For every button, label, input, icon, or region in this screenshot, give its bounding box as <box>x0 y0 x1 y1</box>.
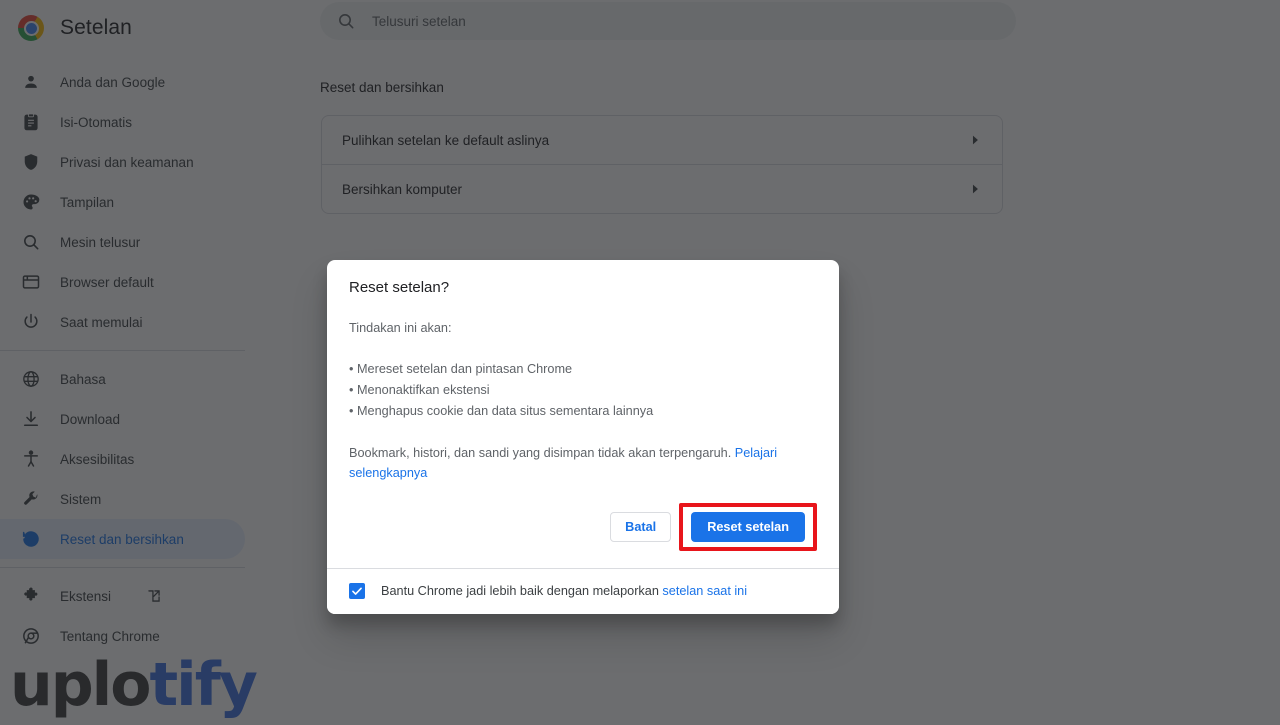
checkmark-icon <box>352 587 362 596</box>
dialog-footer: Bantu Chrome jadi lebih baik dengan mela… <box>327 568 839 615</box>
list-item: • Mereset setelan dan pintasan Chrome <box>349 362 573 377</box>
report-settings-checkbox[interactable] <box>349 583 365 600</box>
list-item: • Menghapus cookie dan data situs sement… <box>349 403 654 418</box>
dialog-body: Reset setelan? Tindakan ini akan: • Mere… <box>327 260 839 495</box>
dialog-footer-text: Bantu Chrome jadi lebih baik dengan mela… <box>381 584 747 598</box>
dialog-note-text: Bookmark, histori, dan sandi yang disimp… <box>349 446 735 461</box>
dialog-intro: Tindakan ini akan: <box>349 321 452 335</box>
footer-text-body: Bantu Chrome jadi lebih baik dengan mela… <box>381 584 663 599</box>
reset-settings-dialog: Reset setelan? Tindakan ini akan: • Mere… <box>327 260 839 615</box>
dialog-actions: Batal Reset setelan <box>327 495 839 568</box>
dialog-title: Reset setelan? <box>349 279 450 296</box>
list-item: • Menonaktifkan ekstensi <box>349 382 490 397</box>
reset-settings-button[interactable]: Reset setelan <box>691 512 805 543</box>
reset-button-highlight: Reset setelan <box>679 503 817 552</box>
cancel-button[interactable]: Batal <box>610 512 672 543</box>
dialog-bullet-list: • Mereset setelan dan pintasan Chrome • … <box>349 359 817 421</box>
dialog-note: Bookmark, histori, dan sandi yang disimp… <box>349 443 794 483</box>
current-settings-link[interactable]: setelan saat ini <box>662 584 747 598</box>
